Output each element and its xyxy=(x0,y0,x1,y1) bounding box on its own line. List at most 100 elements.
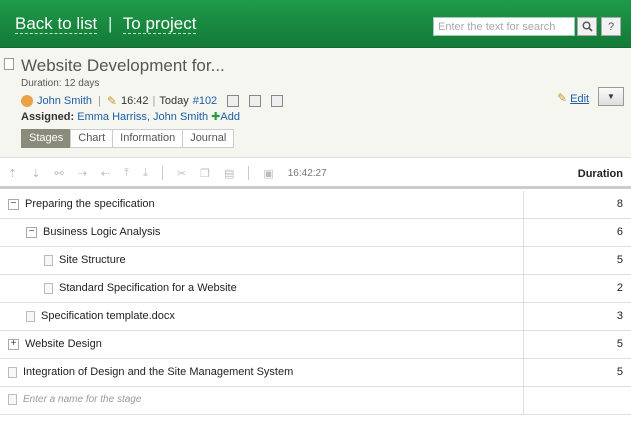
tab-stages[interactable]: Stages xyxy=(21,129,72,148)
column-divider xyxy=(523,275,524,303)
row-duration: 5 xyxy=(616,366,623,378)
table-row[interactable]: Integration of Design and the Site Manag… xyxy=(0,359,631,387)
document-icon xyxy=(26,310,35,322)
tab-chart[interactable]: Chart xyxy=(70,129,114,148)
table-row[interactable]: + Website Design 5 xyxy=(0,331,631,359)
collapse-icon[interactable]: − xyxy=(8,198,19,210)
print-icon[interactable] xyxy=(227,95,240,107)
owner-link[interactable]: John Smith xyxy=(37,95,92,107)
search-icon xyxy=(582,21,593,32)
actions-dropdown-button[interactable]: ▼ xyxy=(598,87,624,106)
task-meta: John Smith | ✎ 16:42 | Today #102 xyxy=(21,93,284,109)
insert-above-icon[interactable]: ⤒ xyxy=(124,167,129,180)
row-name-cell: + Website Design xyxy=(8,338,102,350)
to-project-link[interactable]: To project xyxy=(122,14,197,34)
assigned-row: Assigned: Emma Harriss, John Smith ✚Add xyxy=(21,110,240,123)
row-duration: 8 xyxy=(616,198,623,210)
task-date: Today xyxy=(159,95,189,107)
assigned-label: Assigned: xyxy=(21,111,75,123)
row-duration: 5 xyxy=(616,338,623,350)
move-up-icon[interactable]: ⇡ xyxy=(8,167,17,180)
row-duration: 2 xyxy=(616,282,623,294)
paste-icon[interactable]: ▤ xyxy=(224,167,234,180)
cut-icon[interactable]: ✂ xyxy=(177,167,186,180)
task-number-link[interactable]: #102 xyxy=(193,95,217,107)
column-divider xyxy=(523,191,524,219)
meta-separator: | xyxy=(152,95,156,107)
move-down-icon[interactable]: ⇣ xyxy=(31,167,40,180)
row-name-cell: Integration of Design and the Site Manag… xyxy=(8,366,293,378)
back-to-list-link[interactable]: Back to list xyxy=(15,14,98,34)
row-duration: 3 xyxy=(616,310,623,322)
row-name: Specification template.docx xyxy=(41,310,175,322)
document-icon xyxy=(44,254,53,266)
tab-bar: Stages Chart Information Journal xyxy=(21,129,235,148)
row-name: Standard Specification for a Website xyxy=(59,282,237,294)
stages-table: − Preparing the specification 8 − Busine… xyxy=(0,191,631,415)
document-icon xyxy=(44,282,53,294)
duration-column-header[interactable]: Duration xyxy=(578,168,623,180)
collapse-icon[interactable]: − xyxy=(26,226,37,238)
document-icon xyxy=(8,366,17,378)
link-icon[interactable]: ⚯ xyxy=(54,167,63,180)
row-name-cell: − Preparing the specification xyxy=(8,198,155,210)
row-duration: 5 xyxy=(616,254,623,266)
task-title: Website Development for... xyxy=(21,56,225,75)
stages-toolbar: ⇡ ⇣ ⚯ ⇢ ⇠ ⤒ ⤓ ✂ ❐ ▤ ▣ 16:42:27 Duration xyxy=(0,158,631,189)
column-divider xyxy=(523,359,524,387)
add-assignee-link[interactable]: Add xyxy=(220,111,240,123)
column-divider xyxy=(523,331,524,359)
edit-pencil-icon: ✎ xyxy=(557,91,568,105)
toolbar-divider xyxy=(161,166,163,180)
new-stage-input[interactable]: Enter a name for the stage xyxy=(23,394,141,405)
table-row[interactable]: Site Structure 5 xyxy=(0,247,631,275)
search-button[interactable] xyxy=(577,17,597,36)
navigation: Back to list | To project xyxy=(15,14,197,34)
new-stage-cell[interactable]: Enter a name for the stage xyxy=(8,394,141,405)
row-name: Business Logic Analysis xyxy=(43,226,161,238)
top-bar: Back to list | To project ? xyxy=(0,0,631,48)
column-divider xyxy=(523,247,524,275)
row-duration: 6 xyxy=(616,226,623,238)
settings-icon[interactable] xyxy=(271,95,284,107)
task-duration: Duration: 12 days xyxy=(21,78,100,89)
row-name-cell: Site Structure xyxy=(44,254,126,266)
user-icon xyxy=(21,95,33,107)
row-name: Website Design xyxy=(25,338,102,350)
indent-icon[interactable]: ⇢ xyxy=(78,167,87,180)
row-name-cell: Standard Specification for a Website xyxy=(44,282,237,294)
help-button[interactable]: ? xyxy=(601,17,621,36)
table-row[interactable]: − Business Logic Analysis 6 xyxy=(0,219,631,247)
column-divider xyxy=(523,303,524,331)
copy-icon[interactable] xyxy=(249,95,262,107)
table-row[interactable]: Specification template.docx 3 xyxy=(0,303,631,331)
tab-journal[interactable]: Journal xyxy=(182,129,235,148)
toolbar-icons: ⇡ ⇣ ⚯ ⇢ ⇠ ⤒ ⤓ ✂ ❐ ▤ ▣ 16:42:27 xyxy=(8,166,327,180)
task-time: 16:42 xyxy=(120,95,149,107)
table-row[interactable]: Standard Specification for a Website 2 xyxy=(0,275,631,303)
search-input[interactable] xyxy=(433,17,575,36)
document-icon xyxy=(8,394,17,405)
toolbar-divider xyxy=(248,166,250,180)
plus-icon[interactable]: ✚ xyxy=(211,111,220,123)
column-divider xyxy=(523,387,524,415)
row-name-cell: − Business Logic Analysis xyxy=(26,226,160,238)
row-name: Preparing the specification xyxy=(25,198,155,210)
outdent-icon[interactable]: ⇠ xyxy=(101,167,110,180)
save-icon[interactable]: ▣ xyxy=(263,167,273,180)
insert-below-icon[interactable]: ⤓ xyxy=(143,167,148,180)
row-name: Integration of Design and the Site Manag… xyxy=(23,366,294,378)
copy-icon[interactable]: ❐ xyxy=(200,167,210,180)
assignee-link[interactable]: John Smith xyxy=(153,111,208,123)
nav-separator: | xyxy=(107,14,113,33)
tab-information[interactable]: Information xyxy=(112,129,184,148)
assignee-link[interactable]: Emma Harriss, xyxy=(77,111,150,123)
table-row[interactable]: − Preparing the specification 8 xyxy=(0,191,631,219)
row-name-cell: Specification template.docx xyxy=(26,310,175,322)
meta-separator: | xyxy=(98,95,101,107)
new-stage-row[interactable]: Enter a name for the stage xyxy=(0,387,631,415)
save-time: 16:42:27 xyxy=(287,167,327,179)
edit-link[interactable]: Edit xyxy=(570,93,589,105)
edit-control: ✎ Edit xyxy=(557,91,589,105)
expand-icon[interactable]: + xyxy=(8,338,19,350)
